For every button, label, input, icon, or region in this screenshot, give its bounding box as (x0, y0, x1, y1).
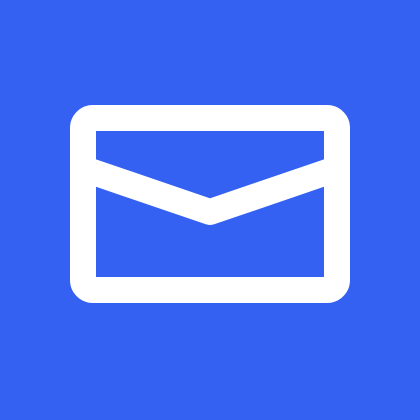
mail-icon-graphic (0, 0, 420, 420)
mail-app-icon[interactable] (0, 0, 420, 420)
